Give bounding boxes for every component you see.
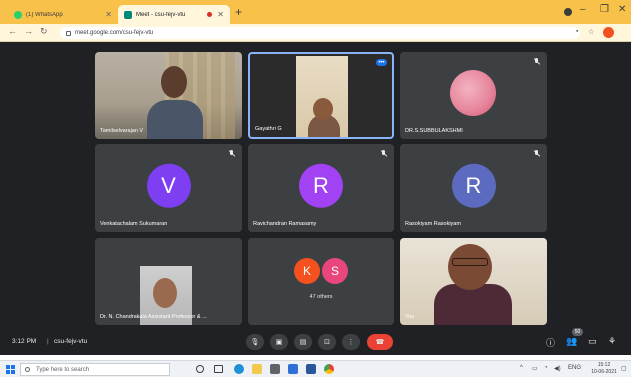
browser-tab-strip: (1) WhatsApp ✕ Meet - csu-fejv-vtu ✕ + –… (0, 0, 631, 24)
meet-icon (124, 10, 132, 19)
meeting-info-icon[interactable]: ⓘ (546, 336, 555, 349)
participant-tile[interactable]: Tamilselvarajan V (95, 52, 242, 139)
participant-video (313, 98, 333, 120)
participant-video (448, 244, 492, 290)
search-icon (25, 367, 30, 372)
activities-icon[interactable]: ⚘ (608, 336, 616, 347)
taskbar-search-input[interactable]: Type here to search (20, 363, 170, 376)
self-view-tile[interactable]: You (400, 238, 547, 325)
new-tab-button[interactable]: + (235, 5, 242, 19)
minimize-button[interactable]: – (580, 4, 586, 15)
captions-button[interactable]: ▤ (294, 334, 312, 350)
profile-icon[interactable] (564, 8, 572, 16)
participant-avatar: K (294, 258, 320, 284)
participant-video (153, 278, 177, 308)
present-screen-button[interactable]: ⊡ (318, 334, 336, 350)
address-input[interactable]: meet.google.com/csu-fejv-vtu (60, 27, 580, 39)
task-view-icon[interactable] (214, 365, 223, 373)
participant-avatar: V (146, 163, 191, 208)
meet-stage: Tamilselvarajan V ••• Gayathri G DR.S.SU… (0, 42, 631, 355)
taskbar-clock[interactable]: 15:12 10-06-2021 (588, 362, 620, 376)
close-tab-icon[interactable]: ✕ (217, 10, 224, 19)
participant-tile[interactable]: Dr. N. Chandrakala Assistant Professor &… (95, 238, 242, 325)
participant-video (434, 284, 512, 325)
participant-tile[interactable]: V Venkatachalam Sukumaran (95, 144, 242, 232)
tab-meet[interactable]: Meet - csu-fejv-vtu ✕ (118, 5, 230, 24)
volume-icon[interactable]: ◀) (554, 365, 561, 372)
participant-video (147, 100, 203, 139)
recording-dot-icon (207, 12, 213, 17)
muted-mic-icon (533, 150, 541, 158)
bookmark-star-icon[interactable]: ☆ (588, 28, 594, 36)
reload-icon[interactable]: ↻ (40, 26, 48, 37)
battery-icon[interactable]: ▭ (532, 365, 538, 372)
windows-start-icon[interactable] (6, 365, 15, 374)
microphone-button[interactable]: 🎙 (246, 334, 264, 350)
participant-avatar: R (451, 163, 496, 208)
tab-label: (1) WhatsApp (26, 11, 63, 18)
whatsapp-icon (14, 10, 22, 19)
participant-name: You (405, 314, 415, 320)
participant-tile[interactable]: ••• Gayathri G (248, 52, 394, 139)
store-icon[interactable] (270, 364, 280, 374)
tab-label: Meet - csu-fejv-vtu (136, 11, 186, 18)
participant-count-badge: 50 (572, 328, 583, 336)
search-placeholder: Type here to search (36, 366, 90, 373)
mail-icon[interactable] (288, 364, 298, 374)
language-indicator[interactable]: ENG (568, 365, 581, 371)
others-count: 47 others (309, 294, 333, 300)
url-text: meet.google.com/csu-fejv-vtu (75, 30, 154, 36)
cortana-icon[interactable] (196, 365, 204, 373)
participant-video (161, 66, 187, 98)
participant-name: DR.S.SUBBULAKSHMI (405, 128, 463, 134)
muted-mic-icon (228, 150, 236, 158)
participant-tile[interactable]: DR.S.SUBBULAKSHMI (400, 52, 547, 139)
participant-tile[interactable]: R Rasokiyam Rasokiyam (400, 144, 547, 232)
others-tile[interactable]: K S 47 others (248, 238, 394, 325)
participant-name: Ravichandran Ramasamy (253, 221, 317, 227)
more-options-button[interactable]: ⋮ (342, 334, 360, 350)
people-icon[interactable]: 👥 (566, 336, 577, 347)
participant-video (452, 258, 488, 266)
meeting-time: 3:12 PM (12, 338, 37, 345)
network-icon[interactable]: ◔ (544, 365, 548, 371)
camera-button[interactable]: ▣ (270, 334, 288, 350)
participant-name: Rasokiyam Rasokiyam (405, 221, 461, 227)
close-tab-icon[interactable]: ✕ (105, 10, 112, 19)
lock-icon (66, 30, 71, 36)
clock-time: 15:12 (597, 362, 611, 368)
participant-name: Gayathri G (255, 126, 282, 132)
muted-mic-icon (380, 150, 388, 158)
windows-taskbar: Type here to search ^ ▭ ◔ ◀) ENG 15:12 1… (0, 360, 631, 377)
participant-avatar: R (299, 163, 343, 208)
meeting-code: csu-fejv-vtu (54, 338, 88, 345)
word-icon[interactable] (306, 364, 316, 374)
notification-icon[interactable]: ▢ (621, 365, 627, 372)
file-explorer-icon[interactable] (252, 364, 262, 374)
maximize-button[interactable]: ❐ (600, 4, 609, 15)
clock-date: 10-06-2021 (591, 369, 617, 375)
participant-tile[interactable]: R Ravichandran Ramasamy (248, 144, 394, 232)
participant-name: Venkatachalam Sukumaran (100, 221, 168, 227)
chat-icon[interactable]: ▭ (588, 336, 597, 347)
participant-name: Dr. N. Chandrakala Assistant Professor &… (100, 314, 207, 320)
muted-mic-icon (533, 58, 541, 66)
edge-icon[interactable] (234, 364, 244, 374)
divider: | (47, 338, 49, 345)
forward-icon[interactable]: → (24, 26, 33, 36)
leave-call-button[interactable]: ☎ (367, 334, 393, 350)
address-bar-row: ← → ↻ meet.google.com/csu-fejv-vtu ▪ ☆ (0, 24, 631, 42)
camera-permission-icon[interactable]: ▪ (576, 28, 578, 35)
account-avatar[interactable] (603, 27, 614, 38)
tray-up-arrow-icon[interactable]: ^ (520, 365, 523, 371)
close-window-button[interactable]: ✕ (618, 4, 626, 15)
participant-name: Tamilselvarajan V (100, 128, 144, 134)
more-options-icon[interactable]: ••• (376, 59, 387, 66)
chrome-icon[interactable] (324, 364, 334, 374)
meeting-control-bar: 3:12 PM | csu-fejv-vtu 🎙 ▣ ▤ ⊡ ⋮ ☎ ⓘ 👥 5… (0, 328, 631, 355)
tab-whatsapp[interactable]: (1) WhatsApp ✕ (8, 5, 118, 24)
back-icon[interactable]: ← (8, 26, 17, 36)
participant-avatar: S (322, 258, 348, 284)
participant-video (450, 70, 496, 116)
